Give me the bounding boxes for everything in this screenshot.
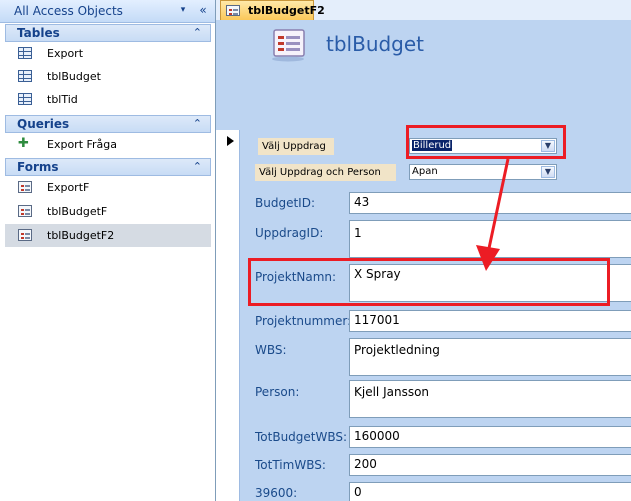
chevron-down-icon[interactable]: ▼ [541, 166, 555, 178]
tab-label: tblBudgetF2 [248, 4, 325, 17]
document-tab-bar: tblBudgetF2 [216, 0, 631, 21]
tot-budget-wbs-field[interactable]: 160000 [349, 426, 631, 448]
field-value: 200 [354, 457, 377, 471]
record-selector[interactable] [226, 130, 240, 501]
nav-item-export[interactable]: Export [5, 42, 211, 65]
collapse-pane-icon[interactable]: « [196, 3, 210, 17]
tot-budget-wbs-label: TotBudgetWBS: [255, 430, 348, 444]
group-header-tables[interactable]: Tables ⌃ [5, 24, 211, 42]
form-icon [18, 181, 32, 193]
chevron-up-icon[interactable]: ⌃ [193, 26, 202, 39]
field-value: Projektledning [354, 343, 440, 357]
annotation-arrow-icon [476, 158, 510, 271]
nav-item-tblbudgetf2[interactable]: tblBudgetF2 [5, 224, 211, 247]
tot-tim-wbs-label: TotTimWBS: [255, 458, 326, 472]
nav-item-tbltid[interactable]: tblTid [5, 88, 211, 111]
nav-item-tblbudget[interactable]: tblBudget [5, 65, 211, 88]
nav-item-exportf[interactable]: ExportF [5, 176, 211, 199]
form-icon [272, 29, 305, 62]
budget-id-label: BudgetID: [255, 196, 315, 210]
highlight-box-projektnamn [248, 258, 610, 306]
uppdrag-id-label: UppdragID: [255, 226, 324, 240]
form-header: tblBudget [216, 20, 631, 130]
form-detail-section: Välj Uppdrag Billerud ▼ Välj Uppdrag och… [240, 130, 631, 501]
table-icon [18, 70, 32, 82]
valj-uppdrag-label: Välj Uppdrag [258, 138, 334, 155]
field-39600-label: 39600: [255, 486, 298, 500]
wbs-field[interactable]: Projektledning [349, 338, 631, 376]
nav-item-tblbudgetf[interactable]: tblBudgetF [5, 200, 211, 223]
group-header-queries[interactable]: Queries ⌃ [5, 115, 211, 133]
table-icon [18, 93, 32, 105]
nav-item-label: Export Fråga [47, 138, 118, 151]
highlight-box-combo [406, 125, 566, 159]
nav-item-label: tblBudget [47, 70, 101, 83]
nav-pane-title: All Access Objects [14, 4, 123, 18]
field-39600[interactable]: 0 [349, 482, 631, 501]
person-label: Person: [255, 385, 300, 399]
form-icon [226, 5, 240, 16]
form-icon [18, 205, 32, 217]
group-header-forms[interactable]: Forms ⌃ [5, 158, 211, 176]
nav-pane-header[interactable]: All Access Objects ▾ « [0, 0, 215, 23]
nav-item-label: tblTid [47, 93, 78, 106]
chevron-up-icon[interactable]: ⌃ [193, 160, 202, 173]
group-label: Forms [17, 160, 59, 174]
tot-tim-wbs-field[interactable]: 200 [349, 454, 631, 476]
table-icon [18, 47, 32, 59]
append-query-icon: ✚ [18, 136, 29, 151]
nav-item-label: tblBudgetF [47, 205, 108, 218]
projektnummer-label: Projektnummer: [255, 314, 352, 328]
tab-tblbudgetf2[interactable]: tblBudgetF2 [220, 0, 325, 20]
wbs-label: WBS: [255, 343, 287, 357]
projektnummer-field[interactable]: 117001 [349, 310, 631, 332]
current-record-arrow-icon [227, 136, 234, 146]
group-label: Queries [17, 117, 70, 131]
nav-item-export-fraga[interactable]: ✚ Export Fråga [5, 133, 211, 156]
nav-item-label: tblBudgetF2 [47, 229, 115, 242]
valj-uppdrag-person-label: Välj Uppdrag och Person [255, 164, 396, 181]
field-value: 160000 [354, 429, 400, 443]
field-value: 0 [354, 485, 362, 499]
navigation-pane: All Access Objects ▾ « Tables ⌃ Export t… [0, 0, 216, 501]
nav-item-label: Export [47, 47, 84, 60]
person-field[interactable]: Kjell Jansson [349, 380, 631, 418]
field-value: 1 [354, 226, 362, 240]
document-area: tblBudgetF2 tblBudget Välj Uppdrag Bille… [216, 0, 631, 501]
group-label: Tables [17, 26, 60, 40]
chevron-up-icon[interactable]: ⌃ [193, 117, 202, 130]
form-title: tblBudget [326, 32, 425, 56]
nav-item-label: ExportF [47, 181, 90, 194]
field-value: 117001 [354, 313, 400, 327]
field-value: 43 [354, 195, 370, 209]
field-value: Kjell Jansson [354, 385, 430, 399]
combo-value: Apan [412, 166, 438, 177]
form-icon [18, 229, 32, 241]
chevron-down-icon[interactable]: ▾ [176, 3, 190, 17]
